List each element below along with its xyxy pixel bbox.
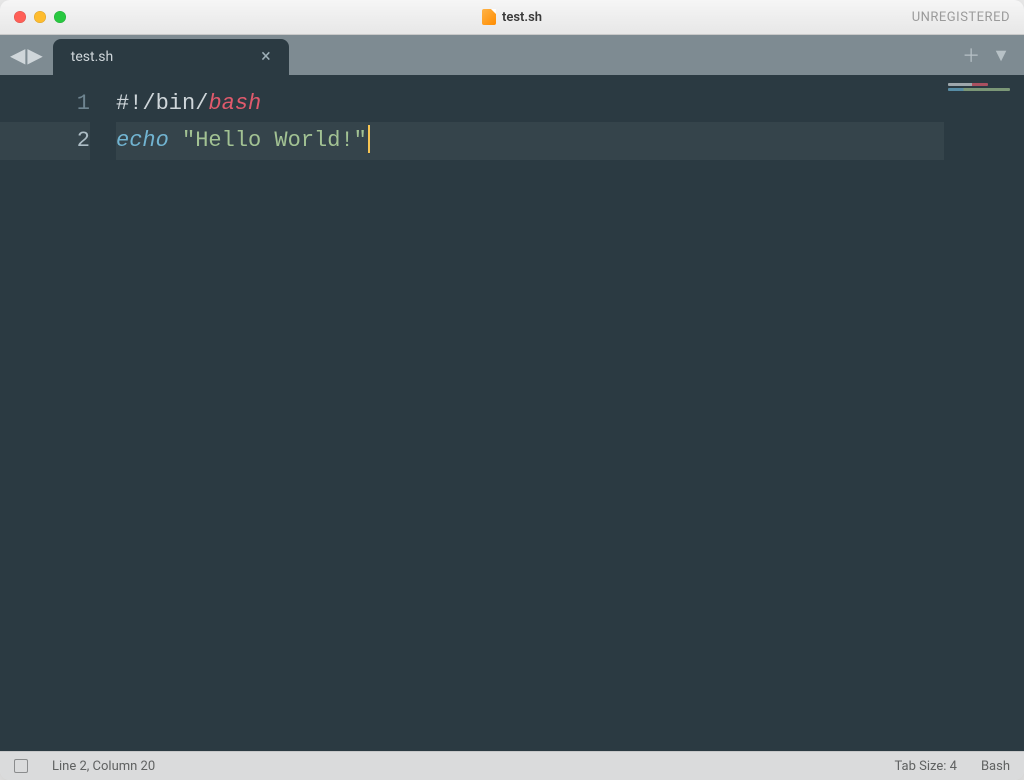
line-number-gutter: 12 <box>0 75 108 751</box>
tab-overflow-icon[interactable]: ▼ <box>992 45 1010 66</box>
tab-label: test.sh <box>71 49 113 65</box>
code-line[interactable]: echo "Hello World!" <box>116 122 944 159</box>
syntax-selector[interactable]: Bash <box>981 759 1010 774</box>
current-line-highlight <box>116 122 944 159</box>
window-title: test.sh <box>502 10 542 25</box>
status-bar: Line 2, Column 20 Tab Size: 4 Bash <box>0 751 1024 780</box>
close-window-button[interactable] <box>14 11 26 23</box>
nav-forward-icon[interactable]: ▶ <box>27 45 42 65</box>
code-line[interactable]: #!/bin/bash <box>116 85 944 122</box>
file-icon <box>482 9 496 25</box>
line-number: 1 <box>0 85 90 122</box>
tab-history-nav: ◀ ▶ <box>0 35 53 75</box>
tab-size-selector[interactable]: Tab Size: 4 <box>895 759 957 774</box>
tab-close-icon[interactable]: × <box>261 48 271 66</box>
editor-area[interactable]: 12 #!/bin/bashecho "Hello World!" <box>0 75 1024 751</box>
tab-active[interactable]: test.sh × <box>53 39 289 75</box>
cursor-position[interactable]: Line 2, Column 20 <box>52 759 155 774</box>
titlebar-title-group: test.sh <box>0 9 1024 25</box>
nav-back-icon[interactable]: ◀ <box>10 45 25 65</box>
line-number: 2 <box>0 122 90 159</box>
window-controls <box>14 11 66 23</box>
titlebar: test.sh UNREGISTERED <box>0 0 1024 35</box>
registration-status: UNREGISTERED <box>912 10 1010 25</box>
minimize-window-button[interactable] <box>34 11 46 23</box>
tab-strip: ◀ ▶ test.sh × ＋ ▼ <box>0 35 1024 75</box>
minimap[interactable] <box>944 75 1024 751</box>
code-token: bash <box>208 91 261 116</box>
zoom-window-button[interactable] <box>54 11 66 23</box>
panel-switcher-icon[interactable] <box>14 759 28 773</box>
tab-strip-actions: ＋ ▼ <box>962 35 1024 75</box>
code-token: #!/bin/ <box>116 91 208 116</box>
new-tab-icon[interactable]: ＋ <box>962 42 980 68</box>
code-content[interactable]: #!/bin/bashecho "Hello World!" <box>108 75 944 751</box>
app-window: test.sh UNREGISTERED ◀ ▶ test.sh × ＋ ▼ 1… <box>0 0 1024 780</box>
